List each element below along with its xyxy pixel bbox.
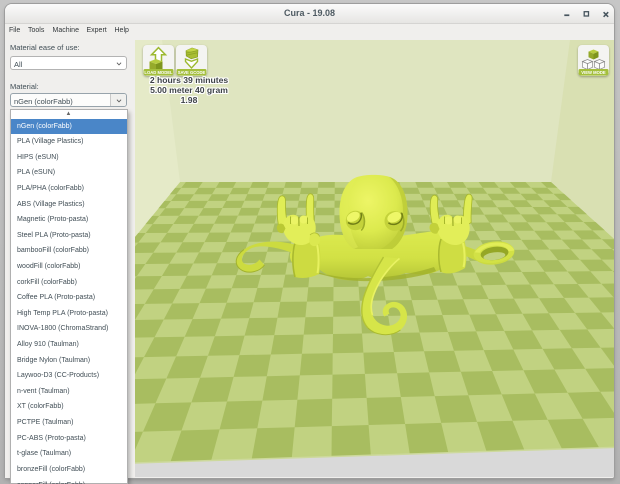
svg-text:VIEW MODE: VIEW MODE <box>581 70 606 75</box>
